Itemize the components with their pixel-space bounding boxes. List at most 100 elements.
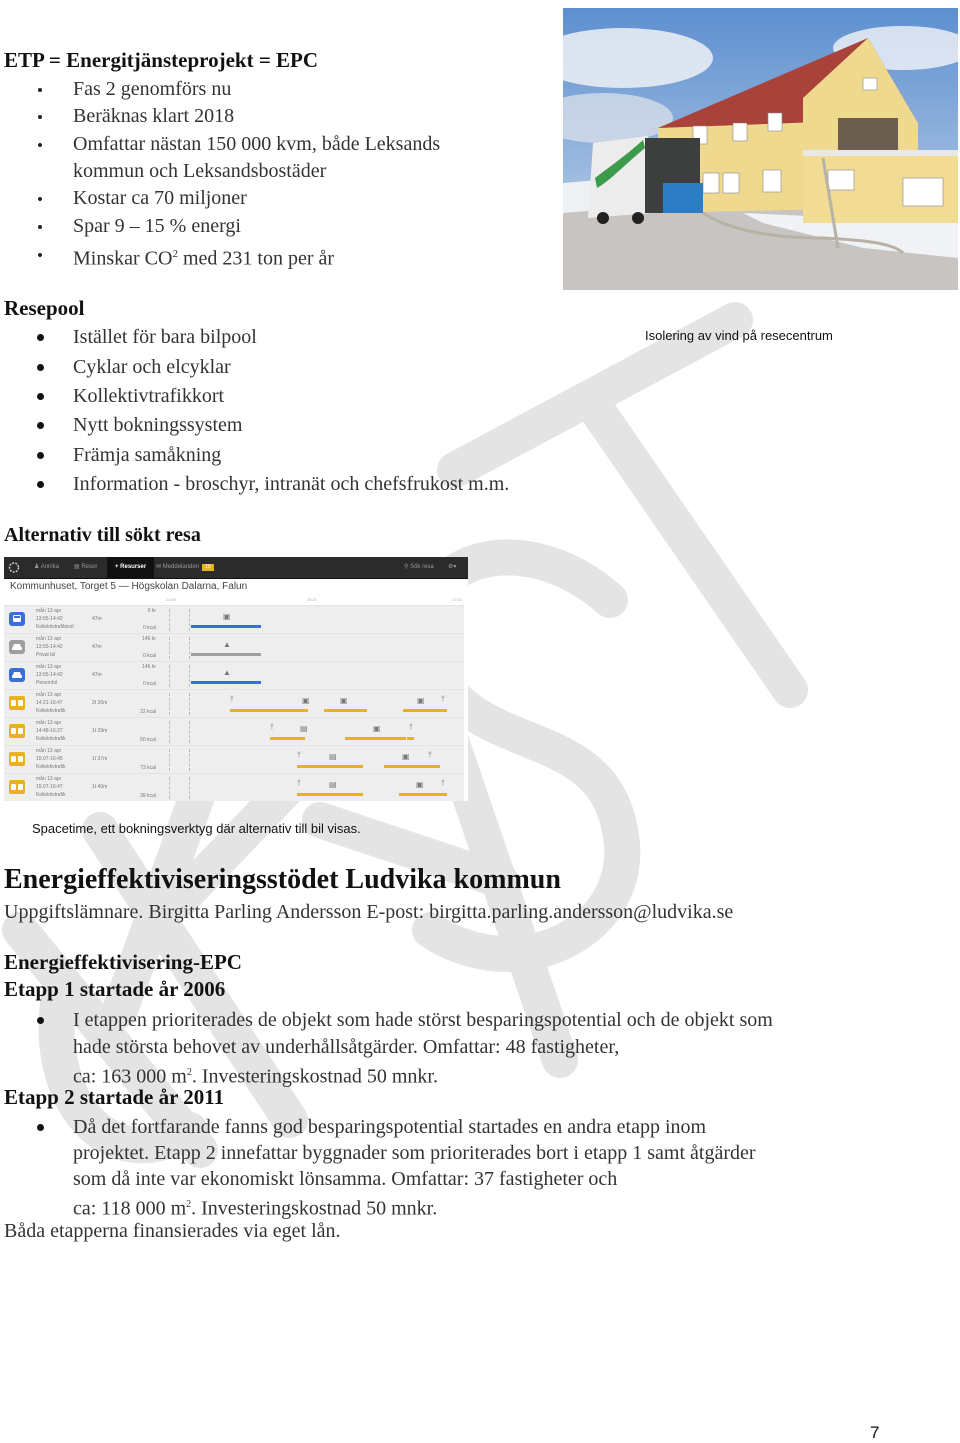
bullet-marker <box>38 115 42 119</box>
etapp2-text-line: Då det fortfarande fanns god besparingsp… <box>73 1116 707 1138</box>
timeline-tick: 13:40 <box>166 597 177 602</box>
trip-kcal: 39 kcal <box>140 793 156 799</box>
nav-resources[interactable]: + Resurser <box>107 557 155 578</box>
timeline-gridline <box>169 749 171 771</box>
nav-messages[interactable]: ✉ Meddelanden 10 <box>156 557 214 578</box>
trip-alternative-row[interactable]: mån 13 apr 15:07-16:45 Kollektivtrafik 1t 3… <box>4 745 464 774</box>
trip-duration: 47m <box>92 644 102 650</box>
timeline-gridline <box>169 777 171 799</box>
bus-icon: ▣ <box>340 696 348 705</box>
gear-icon: ⚙▾ <box>448 564 457 570</box>
co2-text-suffix: med 231 ton per år <box>177 247 335 270</box>
trip-time: 13:55-14:42 <box>36 672 63 678</box>
trip-time: 13:55-14:42 <box>36 616 63 622</box>
cost-text: . Investeringskostnad 50 mnkr. <box>191 1197 438 1220</box>
nav-trips[interactable]: ▤ Resor <box>74 557 97 578</box>
timeline-segment[interactable] <box>384 765 440 768</box>
spacetime-screenshot: ♟ Annika ▤ Resor + Resurser ✉ Meddelande… <box>4 557 468 801</box>
bullet-marker <box>38 253 42 257</box>
timeline-gridline <box>189 749 191 771</box>
car-icon <box>9 640 25 654</box>
timeline-gridline <box>169 609 171 631</box>
timeline-gridline <box>189 693 191 715</box>
trip-cost: 0 kr <box>147 608 156 614</box>
trip-duration: 2t 26m <box>92 700 108 706</box>
spacetime-logo <box>8 557 22 578</box>
bullet-marker <box>37 364 44 371</box>
nav-search[interactable]: ⚲ Sök resa <box>404 557 434 578</box>
trip-date: mån 13 apr <box>36 664 62 670</box>
trip-alternative-row[interactable]: mån 13 apr 14:21-16:47 Kollektivtrafik 2t 2… <box>4 689 464 718</box>
tram-icon: ▤ <box>329 752 337 761</box>
trip-alternative-row[interactable]: mån 13 apr 13:55-14:42 Personbil 47m 146 kr 0… <box>4 661 464 690</box>
settings-menu[interactable]: ⚙▾ <box>448 557 456 578</box>
transit-icon <box>9 724 25 738</box>
trip-alternative-row[interactable]: mån 13 apr 13:55-14:42 Privat bil 47m 146 kr… <box>4 633 464 662</box>
timeline-segment[interactable] <box>403 709 440 712</box>
etp-bullet: Spar 9 – 15 % energi <box>73 215 241 237</box>
trip-duration: 1t 40m <box>92 784 108 790</box>
walk-icon: † <box>230 696 234 703</box>
bullet-marker <box>37 452 44 459</box>
timeline-segment[interactable] <box>297 765 363 768</box>
trip-date: mån 13 apr <box>36 776 62 782</box>
timeline-gridline <box>189 777 191 799</box>
route-title: Kommunhuset, Torget 5 — Högskolan Dalarn… <box>10 581 248 592</box>
trip-type: Personbil <box>36 680 57 686</box>
nav-messages-label: Meddelanden <box>162 564 200 570</box>
walk-icon: † <box>409 724 413 731</box>
photo-caption: Isolering av vind på resecentrum <box>645 328 833 343</box>
trip-alternative-row[interactable]: mån 13 apr 13:55-14:42 Kollektivtrafikkort… <box>4 605 464 634</box>
bullet-marker <box>38 225 42 229</box>
timeline-segment[interactable] <box>191 681 261 684</box>
timeline-segment[interactable] <box>440 709 447 712</box>
etp-bullet: Omfattar nästan 150 000 kvm, både Leksan… <box>73 133 441 155</box>
trip-alternative-row[interactable]: mån 13 apr 14:48-16:27 Kollektivtrafik 1t 3… <box>4 717 464 746</box>
etapp1-text-line: I etappen prioriterades de objekt som ha… <box>73 1009 773 1031</box>
trip-date: mån 13 apr <box>36 748 62 754</box>
timeline-segment[interactable] <box>407 737 414 740</box>
timeline-segment[interactable] <box>191 653 261 656</box>
nav-trips-label: Resor <box>81 564 98 570</box>
bus-icon: ▣ <box>402 752 410 761</box>
etp-bullet-continuation: kommun och Leksandsbostäder <box>73 160 327 182</box>
nav-user[interactable]: ♟ Annika <box>34 557 59 578</box>
spacetime-caption: Spacetime, ett bokningsverktyg där alter… <box>32 821 361 836</box>
trip-duration: 1t 37m <box>92 756 108 762</box>
trip-date: mån 13 apr <box>36 636 62 642</box>
bullet-marker <box>38 88 42 92</box>
trip-alternative-row[interactable]: mån 13 apr 15:07-16:47 Kollektivtrafik 1t 4… <box>4 773 464 801</box>
trip-kcal: 0 kcal <box>142 681 156 687</box>
resepool-bullet: Istället för bara bilpool <box>73 326 257 348</box>
page-number: 7 <box>870 1423 880 1442</box>
resepool-bullet: Information - broschyr, intranät och che… <box>73 473 510 495</box>
timeline-gridline <box>169 721 171 743</box>
envelope-icon: ✉ <box>156 564 163 570</box>
alternativ-heading: Alternativ till sökt resa <box>4 524 201 546</box>
timeline-segment[interactable] <box>345 737 406 740</box>
contact-line: Uppgiftslämnare. Birgitta Parling Anders… <box>4 901 734 923</box>
timeline-segment[interactable] <box>270 737 305 740</box>
walk-icon: † <box>428 752 432 759</box>
walk-icon: † <box>441 696 445 703</box>
bullet-marker <box>38 197 42 201</box>
trip-time: 14:48-16:27 <box>36 728 63 734</box>
trip-date: mån 13 apr <box>36 608 62 614</box>
timeline-segment[interactable] <box>399 793 447 796</box>
timeline-segment[interactable] <box>191 625 261 628</box>
etp-heading: ETP = Energitjänsteprojekt = EPC <box>4 48 319 72</box>
walk-icon: † <box>297 780 301 787</box>
car-icon: ▲ <box>223 668 231 677</box>
timeline-segment[interactable] <box>324 709 367 712</box>
tram-icon: ▤ <box>329 780 337 789</box>
transit-icon <box>9 780 25 794</box>
etp-bullet: Beräknas klart 2018 <box>73 105 235 127</box>
timeline-segment[interactable] <box>230 709 308 712</box>
transit-icon <box>9 752 25 766</box>
etapp2-heading: Etapp 2 startade år 2011 <box>4 1085 225 1109</box>
trip-time: 14:21-16:47 <box>36 700 63 706</box>
trip-kcal: 22 kcal <box>140 709 156 715</box>
trip-date: mån 13 apr <box>36 720 62 726</box>
trip-kcal: 0 kcal <box>142 625 156 631</box>
timeline-segment[interactable] <box>297 793 363 796</box>
